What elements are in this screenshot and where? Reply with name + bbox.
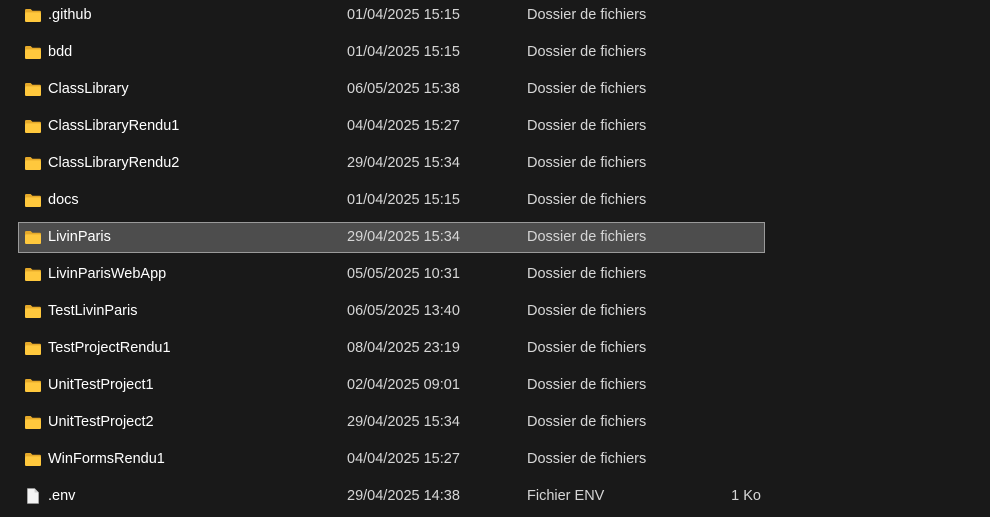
item-type: Fichier ENV	[527, 488, 605, 504]
folder-icon	[24, 192, 42, 208]
item-type: Dossier de fichiers	[527, 44, 647, 60]
item-type: Dossier de fichiers	[527, 340, 647, 356]
folder-icon	[24, 451, 42, 467]
item-size: 1 Ko	[731, 488, 761, 504]
file-row[interactable]: .env 29/04/2025 14:38 Fichier ENV 1 Ko	[18, 481, 765, 512]
item-modified-date: 08/04/2025 23:19	[347, 340, 460, 356]
item-type: Dossier de fichiers	[527, 266, 647, 282]
folder-icon	[24, 303, 42, 319]
item-size	[679, 371, 761, 400]
item-modified-date: 06/05/2025 13:40	[347, 303, 460, 319]
item-type: Dossier de fichiers	[527, 451, 647, 467]
item-modified-date: 04/04/2025 15:27	[347, 451, 460, 467]
folder-row[interactable]: LivinParis 29/04/2025 15:34 Dossier de fic…	[18, 222, 765, 253]
folder-row[interactable]: bdd 01/04/2025 15:15 Dossier de fichiers	[18, 37, 765, 68]
item-name: TestProjectRendu1	[48, 340, 171, 356]
item-name: ClassLibraryRendu2	[48, 155, 180, 171]
item-size	[679, 75, 761, 104]
folder-row[interactable]: ClassLibraryRendu1 04/04/2025 15:27 Dossie…	[18, 111, 765, 142]
item-size	[679, 297, 761, 326]
item-modified-date: 01/04/2025 15:15	[347, 7, 460, 23]
item-size	[679, 260, 761, 289]
folder-icon	[24, 414, 42, 430]
file-icon	[24, 488, 42, 504]
item-type: Dossier de fichiers	[527, 303, 647, 319]
item-type: Dossier de fichiers	[527, 155, 647, 171]
item-name: LivinParis	[48, 229, 111, 245]
item-modified-date: 04/04/2025 15:27	[347, 118, 460, 134]
item-type: Dossier de fichiers	[527, 229, 647, 245]
folder-icon	[24, 81, 42, 97]
item-name: docs	[48, 192, 79, 208]
folder-icon	[24, 155, 42, 171]
folder-icon	[24, 7, 42, 23]
item-name: LivinParisWebApp	[48, 266, 167, 282]
item-name: .github	[48, 7, 92, 23]
item-modified-date: 29/04/2025 15:34	[347, 155, 460, 171]
item-size	[679, 334, 761, 363]
item-type: Dossier de fichiers	[527, 377, 647, 393]
item-size	[679, 38, 761, 67]
folder-icon	[24, 229, 42, 245]
item-name: ClassLibraryRendu1	[48, 118, 180, 134]
item-size	[679, 186, 761, 215]
item-name: UnitTestProject2	[48, 414, 154, 430]
folder-icon	[24, 377, 42, 393]
folder-row[interactable]: ClassLibrary 06/05/2025 15:38 Dossier de f…	[18, 74, 765, 105]
item-modified-date: 01/04/2025 15:15	[347, 44, 460, 60]
item-modified-date: 06/05/2025 15:38	[347, 81, 460, 97]
folder-row[interactable]: ClassLibraryRendu2 29/04/2025 15:34 Dossie…	[18, 148, 765, 179]
folder-row[interactable]: docs 01/04/2025 15:15 Dossier de fichiers	[18, 185, 765, 216]
item-modified-date: 05/05/2025 10:31	[347, 266, 460, 282]
folder-icon	[24, 118, 42, 134]
item-modified-date: 01/04/2025 15:15	[347, 192, 460, 208]
item-size	[679, 408, 761, 437]
item-modified-date: 29/04/2025 15:34	[347, 414, 460, 430]
item-name: WinFormsRendu1	[48, 451, 165, 467]
folder-row[interactable]: .github 01/04/2025 15:15 Dossier de fichie…	[18, 0, 765, 31]
item-name: .env	[48, 488, 76, 504]
folder-icon	[24, 340, 42, 356]
folder-row[interactable]: UnitTestProject1 02/04/2025 09:01 Dossier …	[18, 370, 765, 401]
folder-icon	[24, 266, 42, 282]
item-size	[679, 112, 761, 141]
item-modified-date: 29/04/2025 14:38	[347, 488, 460, 504]
item-size	[679, 223, 761, 252]
item-modified-date: 02/04/2025 09:01	[347, 377, 460, 393]
item-type: Dossier de fichiers	[527, 118, 647, 134]
folder-row[interactable]: TestLivinParis 06/05/2025 13:40 Dossier de…	[18, 296, 765, 327]
item-type: Dossier de fichiers	[527, 192, 647, 208]
folder-row[interactable]: WinFormsRendu1 04/04/2025 15:27 Dossier de…	[18, 444, 765, 475]
item-name: UnitTestProject1	[48, 377, 154, 393]
item-name: ClassLibrary	[48, 81, 129, 97]
file-list: .github 01/04/2025 15:15 Dossier de fichie…	[0, 0, 990, 517]
folder-row[interactable]: TestProjectRendu1 08/04/2025 23:19 Dossier…	[18, 333, 765, 364]
item-type: Dossier de fichiers	[527, 414, 647, 430]
item-size	[679, 1, 761, 30]
item-type: Dossier de fichiers	[527, 81, 647, 97]
item-name: bdd	[48, 44, 73, 60]
folder-icon	[24, 44, 42, 60]
item-size	[679, 149, 761, 178]
item-type: Dossier de fichiers	[527, 7, 647, 23]
item-modified-date: 29/04/2025 15:34	[347, 229, 460, 245]
folder-row[interactable]: LivinParisWebApp 05/05/2025 10:31 Dossier …	[18, 259, 765, 290]
item-name: TestLivinParis	[48, 303, 138, 319]
folder-row[interactable]: UnitTestProject2 29/04/2025 15:34 Dossier …	[18, 407, 765, 438]
item-size	[679, 445, 761, 474]
